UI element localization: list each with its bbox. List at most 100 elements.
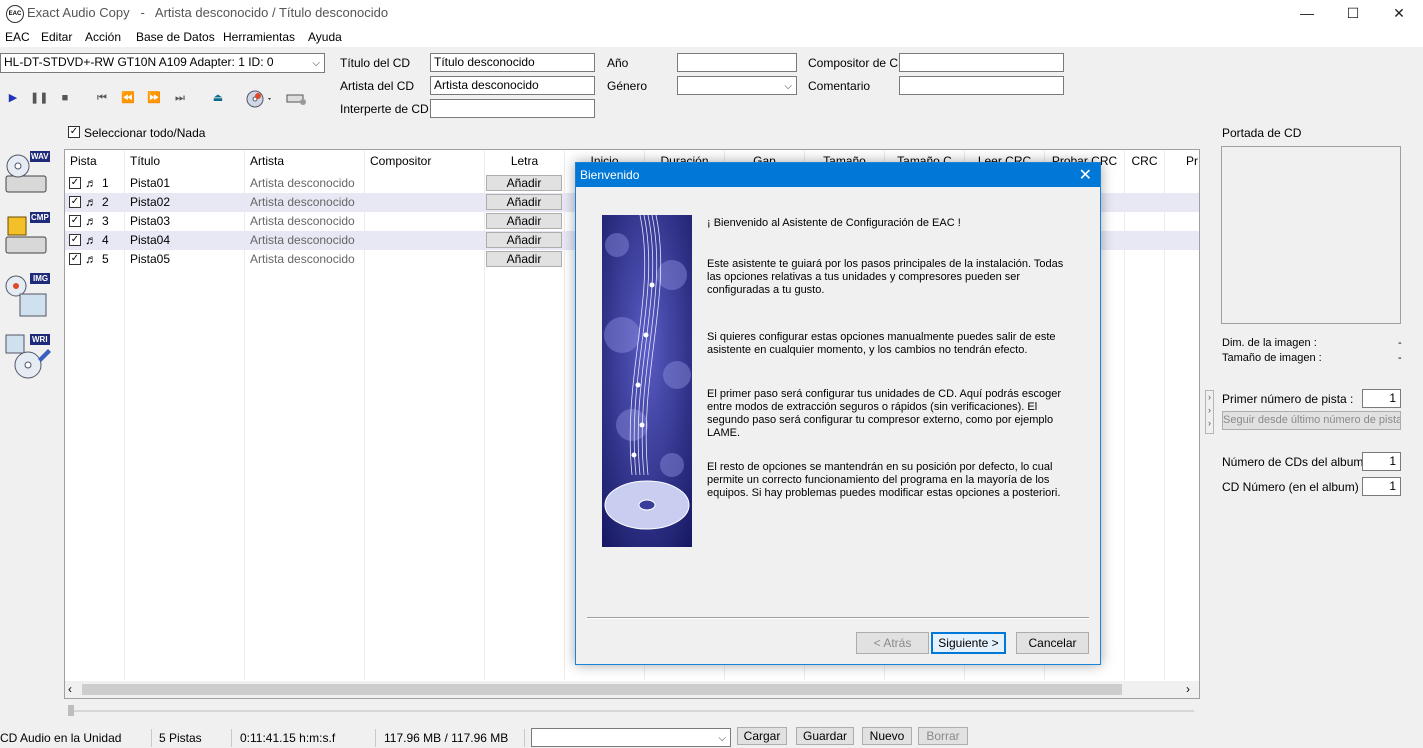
wri-label: WRI <box>32 335 48 344</box>
menu-editar[interactable]: Editar <box>41 30 72 44</box>
cd-title-label: Título del CD <box>340 56 411 70</box>
scrollbar-thumb[interactable] <box>82 684 1122 695</box>
drive-options-icon[interactable] <box>284 90 308 106</box>
next-button[interactable]: Siguiente > <box>931 632 1006 654</box>
track-number: 2 <box>102 195 109 209</box>
track-title[interactable]: Pista01 <box>130 174 170 193</box>
column-header-letra[interactable]: Letra <box>485 150 565 172</box>
cd-performer-input[interactable] <box>430 99 595 118</box>
profile-select[interactable]: ⌵ <box>531 728 731 747</box>
maximize-button[interactable]: ☐ <box>1330 0 1376 26</box>
menu-eac[interactable]: EAC <box>5 30 30 44</box>
num-cds-input[interactable]: 1 <box>1362 452 1401 471</box>
track-artist[interactable]: Artista desconocido <box>250 231 355 250</box>
column-header-pr[interactable]: Pr <box>1165 150 1199 172</box>
add-lyrics-button[interactable]: Añadir <box>486 232 562 248</box>
composer-input[interactable] <box>899 53 1064 72</box>
position-slider[interactable] <box>64 703 1200 719</box>
extract-wav-button[interactable]: WAV <box>4 150 52 200</box>
column-header-crc[interactable]: CRC <box>1125 150 1165 172</box>
eject-icon[interactable]: ⏏ <box>209 90 227 106</box>
column-header-compositor[interactable]: Compositor <box>365 150 485 172</box>
back-button[interactable]: < Atrás <box>856 632 929 654</box>
add-lyrics-button[interactable]: Añadir <box>486 251 562 267</box>
status-time: 0:11:41.15 h:m:s.f <box>240 731 336 745</box>
cd-title-input[interactable]: Título desconocido <box>430 53 595 72</box>
first-track-icon[interactable]: ⏮ <box>93 90 111 106</box>
num-cds-label: Número de CDs del album <box>1222 455 1364 469</box>
delete-button[interactable]: Borrar <box>918 727 968 745</box>
copy-image-button[interactable]: IMG <box>4 272 52 322</box>
status-bar: CD Audio en la Unidad 5 Pistas 0:11:41.1… <box>0 726 1423 748</box>
menu-base-de-datos[interactable]: Base de Datos <box>136 30 215 44</box>
scroll-right-icon[interactable]: › <box>1186 682 1190 696</box>
play-icon[interactable]: ▶ <box>4 90 22 106</box>
dialog-title-bar: Bienvenido ✕ <box>576 163 1100 187</box>
select-all-checkbox[interactable]: ✓ <box>68 126 80 138</box>
rewind-icon[interactable]: ⏪ <box>119 90 137 106</box>
track-artist[interactable]: Artista desconocido <box>250 193 355 212</box>
track-title[interactable]: Pista05 <box>130 250 170 269</box>
dialog-title: Bienvenido <box>580 168 640 182</box>
menu-herramientas[interactable]: Herramientas <box>223 30 295 44</box>
column-header-pista[interactable]: Pista <box>65 150 125 172</box>
track-checkbox[interactable]: ✓ <box>69 196 81 208</box>
column-header-artista[interactable]: Artista <box>245 150 365 172</box>
stop-icon[interactable]: ■ <box>56 90 74 106</box>
cancel-button[interactable]: Cancelar <box>1016 632 1089 654</box>
welcome-dialog: Bienvenido ✕ ¡ Bienvenido al Asistente d… <box>575 162 1101 665</box>
cover-image-box[interactable] <box>1221 146 1401 324</box>
first-track-input[interactable]: 1 <box>1362 389 1401 408</box>
write-cd-button[interactable]: WRI <box>4 333 52 383</box>
track-number: 3 <box>102 214 109 228</box>
close-window-button[interactable]: ✕ <box>1376 0 1422 26</box>
track-artist[interactable]: Artista desconocido <box>250 174 355 193</box>
track-title[interactable]: Pista02 <box>130 193 170 212</box>
last-track-icon[interactable]: ⏭ <box>171 90 189 106</box>
dialog-close-button[interactable]: ✕ <box>1079 165 1092 185</box>
year-input[interactable] <box>677 53 797 72</box>
comment-input[interactable] <box>899 76 1064 95</box>
pause-icon[interactable]: ❚❚ <box>30 90 48 106</box>
extract-compressed-button[interactable]: CMP <box>4 211 52 261</box>
track-number: 5 <box>102 252 109 266</box>
track-artist[interactable]: Artista desconocido <box>250 212 355 231</box>
fast-forward-icon[interactable]: ⏩ <box>145 90 163 106</box>
add-lyrics-button[interactable]: Añadir <box>486 194 562 210</box>
save-button[interactable]: Guardar <box>796 727 854 745</box>
window-title: Exact Audio Copy - Artista desconocido /… <box>27 5 389 20</box>
track-title[interactable]: Pista03 <box>130 212 170 231</box>
continue-from-last-button[interactable]: Seguir desde último número de pista <box>1222 411 1401 430</box>
panel-expand-button[interactable]: › › › <box>1205 390 1214 434</box>
track-checkbox[interactable]: ✓ <box>69 215 81 227</box>
cd-artist-input[interactable]: Artista desconocido <box>430 76 595 95</box>
menu-ayuda[interactable]: Ayuda <box>308 30 342 44</box>
drive-select[interactable]: HL-DT-STDVD+-RW GT10N A109 Adapter: 1 ID… <box>0 53 325 73</box>
track-artist[interactable]: Artista desconocido <box>250 250 355 269</box>
track-checkbox[interactable]: ✓ <box>69 234 81 246</box>
slider-thumb[interactable] <box>68 705 74 716</box>
column-header-titulo[interactable]: Título <box>125 150 245 172</box>
app-icon: EAC <box>6 5 24 23</box>
track-checkbox[interactable]: ✓ <box>69 253 81 265</box>
menu-accion[interactable]: Acción <box>85 30 121 44</box>
scroll-left-icon[interactable]: ‹ <box>68 682 72 696</box>
track-title[interactable]: Pista04 <box>130 231 170 250</box>
load-button[interactable]: Cargar <box>737 727 787 745</box>
image-size-value: - <box>1398 352 1402 364</box>
welcome-heading: ¡ Bienvenido al Asistente de Configuraci… <box>707 217 961 229</box>
cd-number-input[interactable]: 1 <box>1362 477 1401 496</box>
genre-label: Género <box>607 79 648 93</box>
track-checkbox[interactable]: ✓ <box>69 177 81 189</box>
img-label: IMG <box>33 274 49 283</box>
music-note-icon: ♬ <box>85 252 97 266</box>
music-note-icon: ♬ <box>85 233 97 247</box>
cd-database-icon[interactable] <box>246 90 274 108</box>
genre-select[interactable]: ⌵ <box>677 76 797 95</box>
minimize-button[interactable]: — <box>1284 0 1330 26</box>
new-button[interactable]: Nuevo <box>862 727 912 745</box>
horizontal-scrollbar[interactable]: ‹ › <box>65 681 1199 698</box>
add-lyrics-button[interactable]: Añadir <box>486 213 562 229</box>
track-number: 4 <box>102 233 109 247</box>
add-lyrics-button[interactable]: Añadir <box>486 175 562 191</box>
